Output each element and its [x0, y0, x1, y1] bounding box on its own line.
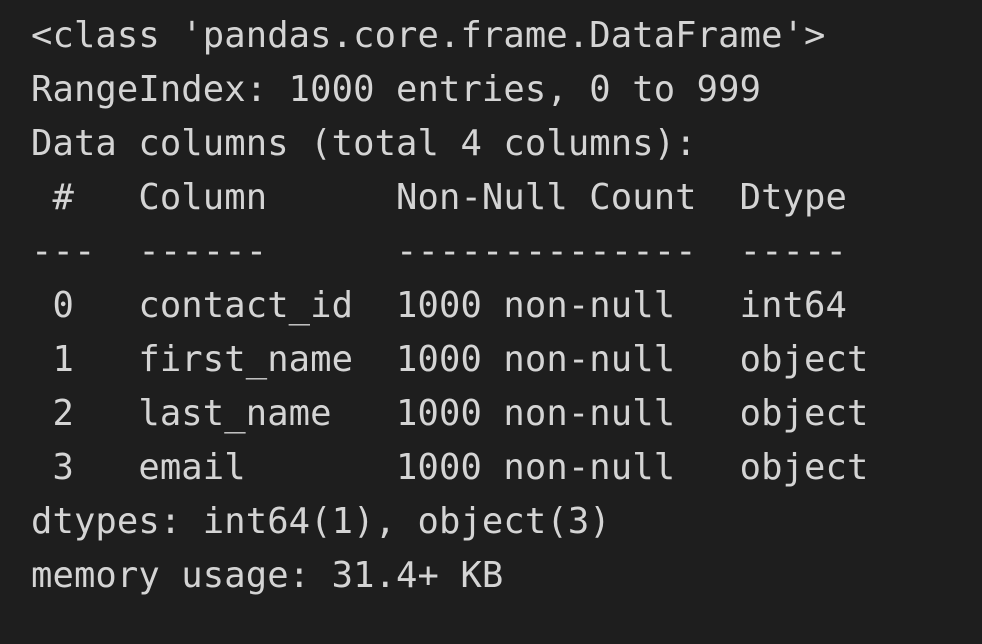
table-row: 2 last_name 1000 non-null object — [31, 393, 869, 434]
table-header: # Column Non-Null Count Dtype — [31, 177, 869, 218]
columns-summary-line: Data columns (total 4 columns): — [31, 123, 697, 164]
class-line: <class 'pandas.core.frame.DataFrame'> — [31, 15, 826, 56]
table-row: 0 contact_id 1000 non-null int64 — [31, 285, 869, 326]
table-row: 1 first_name 1000 non-null object — [31, 339, 869, 380]
terminal-output-panel: <class 'pandas.core.frame.DataFrame'> Ran… — [0, 0, 982, 644]
dtypes-line: dtypes: int64(1), object(3) — [31, 501, 611, 542]
dataframe-info-output: <class 'pandas.core.frame.DataFrame'> Ran… — [31, 9, 868, 603]
table-separator: --- ------ -------------- ----- — [31, 231, 869, 272]
memory-usage-line: memory usage: 31.4+ KB — [31, 555, 504, 596]
range-index-line: RangeIndex: 1000 entries, 0 to 999 — [31, 69, 762, 110]
table-row: 3 email 1000 non-null object — [31, 447, 869, 488]
